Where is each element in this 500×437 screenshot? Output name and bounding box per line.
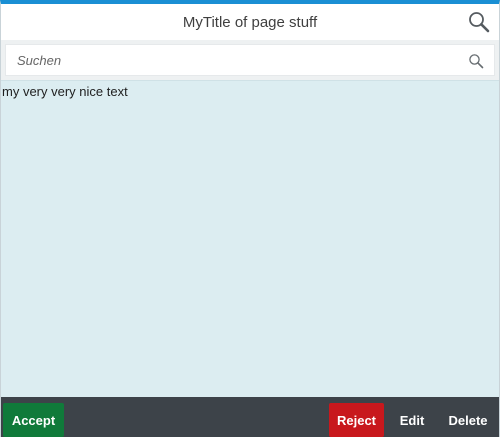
edit-button[interactable]: Edit: [392, 403, 432, 437]
delete-button[interactable]: Delete: [443, 403, 493, 437]
search-input[interactable]: [6, 45, 494, 75]
search-icon[interactable]: [468, 53, 484, 69]
page-title: MyTitle of page stuff: [182, 13, 318, 31]
accept-button[interactable]: Accept: [3, 403, 64, 437]
title-bar: MyTitle of page stuff: [1, 4, 499, 40]
footer-toolbar: Accept Reject Edit Delete: [1, 397, 499, 437]
search-bar: [1, 40, 499, 80]
reject-button[interactable]: Reject: [329, 403, 384, 437]
search-field: [5, 44, 495, 76]
content-text: my very very nice text: [2, 84, 128, 99]
content-area: my very very nice text: [1, 80, 499, 397]
app-window: MyTitle of page stuff my very very nice …: [0, 0, 500, 437]
search-icon[interactable]: [467, 10, 491, 34]
